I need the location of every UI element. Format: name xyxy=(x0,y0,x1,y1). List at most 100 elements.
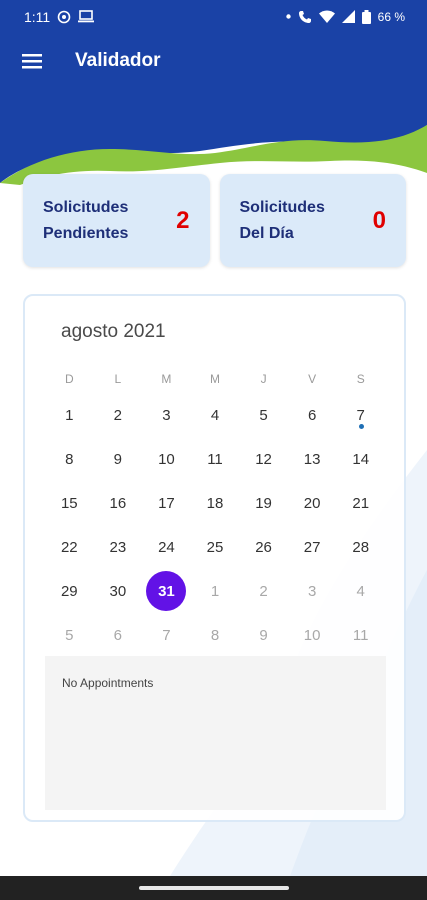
calendar-day-number: 26 xyxy=(255,538,272,556)
calendar-day[interactable]: 2 xyxy=(239,569,288,613)
calendar-day-number: 8 xyxy=(65,450,74,468)
pending-requests-count: 2 xyxy=(176,206,190,234)
calendar-day-selected[interactable]: 31 xyxy=(142,569,191,613)
calendar-day-number: 3 xyxy=(162,406,171,424)
calendar-day[interactable]: 20 xyxy=(288,481,337,525)
today-requests-card[interactable]: Solicitudes Del Día 0 xyxy=(219,174,406,267)
calendar-day-number: 5 xyxy=(259,406,268,424)
weekday-label: J xyxy=(260,372,267,386)
calendar-day-number: 5 xyxy=(65,626,74,644)
status-time: 1:11 xyxy=(24,8,51,25)
calendar-month-title[interactable]: agosto 2021 xyxy=(61,321,166,343)
calendar-day-number: 2 xyxy=(259,582,268,600)
calendar-day[interactable]: 17 xyxy=(142,481,191,525)
calendar-day[interactable]: 5 xyxy=(239,393,288,437)
calendar-day-number: 28 xyxy=(352,538,370,556)
calendar-day-number: 4 xyxy=(356,582,365,600)
calendar-day[interactable]: 9 xyxy=(239,613,288,657)
calendar-day[interactable]: 8 xyxy=(45,437,94,481)
pending-requests-label: Solicitudes Pendientes xyxy=(43,195,153,247)
calendar-day[interactable]: 25 xyxy=(191,525,240,569)
battery-icon xyxy=(361,9,371,24)
pending-requests-card[interactable]: Solicitudes Pendientes 2 xyxy=(23,174,210,267)
calendar-day[interactable]: 30 xyxy=(94,569,143,613)
calendar-day-number: 9 xyxy=(113,450,123,468)
calendar-day[interactable]: 21 xyxy=(336,481,385,525)
calendar-days-grid: 1 2 3 4 5 6 7 8 9 10 11 12 13 14 15 16 17 18 19 20 21 22 23 24 2… xyxy=(45,393,385,657)
calendar-day-number: 6 xyxy=(113,626,123,644)
card-label-line2: Del Día xyxy=(239,224,294,242)
system-navigation-bar xyxy=(0,876,427,900)
calendar-day-number: 18 xyxy=(206,494,224,512)
calendar-day[interactable]: 3 xyxy=(142,393,191,437)
calendar-day-number: 22 xyxy=(60,538,78,556)
calendar-day[interactable]: 11 xyxy=(191,437,240,481)
menu-button[interactable] xyxy=(8,37,56,85)
weekday-header: DLMMJVS xyxy=(45,372,385,386)
dot-icon xyxy=(285,14,291,19)
calendar-day[interactable]: 23 xyxy=(94,525,143,569)
calendar-day-number: 3 xyxy=(307,582,317,600)
calendar-day-number: 1 xyxy=(210,582,220,600)
summary-cards: Solicitudes Pendientes 2 Solicitudes Del… xyxy=(23,174,406,267)
calendar-day[interactable]: 10 xyxy=(288,613,337,657)
calendar-day-number: 25 xyxy=(206,538,224,556)
weekday-label: V xyxy=(308,372,317,386)
calendar-day[interactable]: 11 xyxy=(336,613,385,657)
calendar-day-number: 4 xyxy=(210,406,220,424)
calendar-day[interactable]: 4 xyxy=(191,393,240,437)
calendar-day-number: 24 xyxy=(158,538,175,556)
calendar-day-number: 7 xyxy=(162,626,171,644)
calendar-day-number: 20 xyxy=(303,494,321,512)
calendar-day[interactable]: 27 xyxy=(288,525,337,569)
signal-icon xyxy=(341,10,355,23)
calendar-day-number: 1 xyxy=(65,406,74,424)
calendar-day[interactable]: 7 xyxy=(336,393,385,437)
weekday-label: L xyxy=(114,372,122,386)
calendar-day[interactable]: 1 xyxy=(45,393,94,437)
calendar-day[interactable]: 5 xyxy=(45,613,94,657)
calendar-day[interactable]: 15 xyxy=(45,481,94,525)
calendar-day[interactable]: 8 xyxy=(191,613,240,657)
calendar-day[interactable]: 12 xyxy=(239,437,288,481)
calendar-day-number: 2 xyxy=(113,406,123,424)
calendar-day[interactable]: 19 xyxy=(239,481,288,525)
calendar-day[interactable]: 26 xyxy=(239,525,288,569)
appointments-list: No Appointments xyxy=(45,656,386,810)
today-requests-label: Solicitudes Del Día xyxy=(240,195,350,247)
calendar-day[interactable]: 18 xyxy=(191,481,240,525)
calendar-day[interactable]: 6 xyxy=(288,393,337,437)
calendar-day[interactable]: 2 xyxy=(94,393,143,437)
calendar-day[interactable]: 14 xyxy=(336,437,385,481)
weekday-label: M xyxy=(209,372,220,386)
calendar-day[interactable]: 24 xyxy=(142,525,191,569)
calendar-day[interactable]: 6 xyxy=(94,613,143,657)
status-bar: 1:11 66 % xyxy=(0,0,427,33)
card-label-line1: Solicitudes xyxy=(43,198,129,216)
calendar-day-number: 29 xyxy=(60,582,78,600)
calendar-day-number: 10 xyxy=(158,450,175,468)
calendar-day-number: 10 xyxy=(303,626,321,644)
card-label-line2: Pendientes xyxy=(43,224,129,242)
menu-icon xyxy=(22,54,42,69)
app-bar: Validador xyxy=(0,33,427,89)
calendar-day-number: 11 xyxy=(207,450,223,468)
calendar-day-number: 27 xyxy=(303,538,321,556)
calendar-day[interactable]: 4 xyxy=(336,569,385,613)
battery-percent: 66 % xyxy=(377,9,405,24)
app-title: Validador xyxy=(75,50,161,71)
wifi-icon xyxy=(318,10,335,23)
calendar-day[interactable]: 7 xyxy=(142,613,191,657)
calendar-day[interactable]: 22 xyxy=(45,525,94,569)
calendar-day[interactable]: 9 xyxy=(94,437,143,481)
calendar-day[interactable]: 13 xyxy=(288,437,337,481)
calendar-day[interactable]: 3 xyxy=(288,569,337,613)
calendar-day[interactable]: 1 xyxy=(191,569,240,613)
calendar-day[interactable]: 29 xyxy=(45,569,94,613)
calendar-day[interactable]: 28 xyxy=(336,525,385,569)
calendar-day[interactable]: 10 xyxy=(142,437,191,481)
calendar-day-number: 8 xyxy=(210,626,220,644)
calendar-day-number: 11 xyxy=(352,626,369,644)
home-gesture-handle[interactable] xyxy=(138,886,289,890)
calendar-day[interactable]: 16 xyxy=(94,481,143,525)
